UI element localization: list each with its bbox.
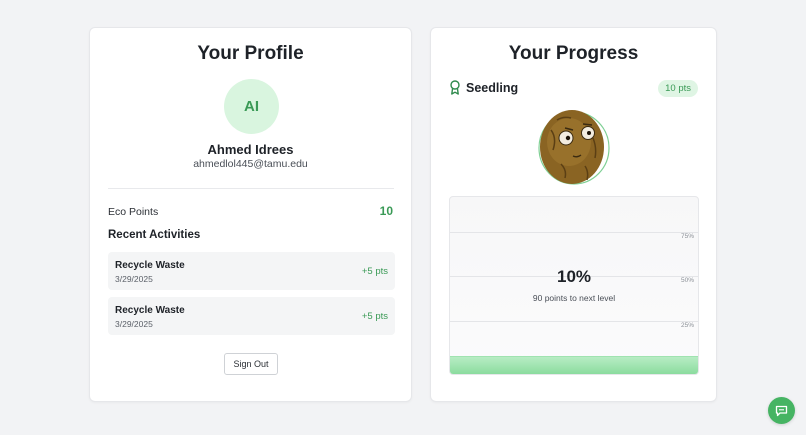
gridline <box>450 232 698 233</box>
activity-points: +5 pts <box>361 311 388 322</box>
gridline-label: 75% <box>680 233 694 240</box>
activity-date: 3/29/2025 <box>115 319 153 329</box>
gridline-label: 25% <box>680 322 694 329</box>
recent-activities-heading: Recent Activities <box>108 229 201 241</box>
progress-fill <box>450 356 698 374</box>
chat-button[interactable] <box>768 397 795 424</box>
points-badge: 10 pts <box>658 80 698 97</box>
progress-meter: 75% 50% 25% 10% 90 points to next level <box>449 196 699 375</box>
next-level-text: 90 points to next level <box>532 293 616 303</box>
activity-title: Recycle Waste <box>115 260 185 271</box>
user-email: ahmedlol445@tamu.edu <box>193 158 308 170</box>
progress-title: Your Progress <box>508 43 639 64</box>
activity-date: 3/29/2025 <box>115 274 153 284</box>
gridline <box>450 321 698 322</box>
activity-item: Recycle Waste 3/29/2025 +5 pts <box>108 252 395 290</box>
divider <box>108 188 394 189</box>
progress-card: Your Progress Seedling 10 pts 75% 50% 25… <box>430 27 717 402</box>
progress-percent: 10% <box>556 267 592 286</box>
level-name: Seedling <box>466 80 519 95</box>
activity-item: Recycle Waste 3/29/2025 +5 pts <box>108 297 395 335</box>
activity-points: +5 pts <box>361 266 388 277</box>
level-row: Seedling <box>449 80 518 95</box>
avatar: AI <box>224 79 279 134</box>
sign-out-button[interactable]: Sign Out <box>224 353 278 375</box>
eco-points-value: 10 <box>379 204 393 218</box>
profile-title: Your Profile <box>197 43 304 64</box>
activity-title: Recycle Waste <box>115 305 185 316</box>
user-name: Ahmed Idrees <box>207 142 294 157</box>
award-ribbon-icon <box>450 80 460 95</box>
walnut-mascot <box>538 110 610 185</box>
profile-card: Your Profile AI Ahmed Idrees ahmedlol445… <box>89 27 412 402</box>
chat-bubble-icon <box>775 405 788 416</box>
eco-points-label: Eco Points <box>108 206 159 218</box>
